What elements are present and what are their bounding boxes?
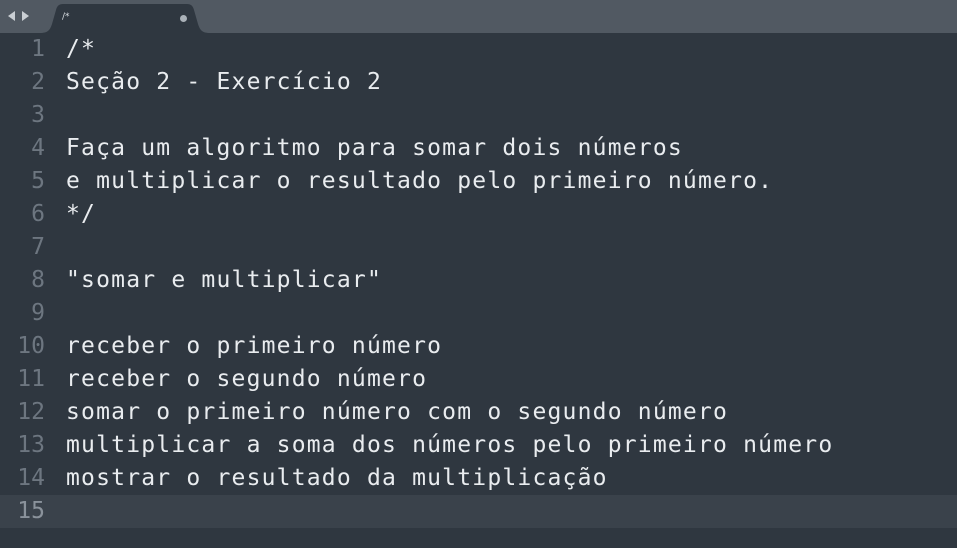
- line-number: 10: [17, 333, 45, 359]
- line-number: 5: [31, 168, 45, 194]
- code-line[interactable]: 10 receber o primeiro número: [0, 330, 957, 363]
- unsaved-dot-icon[interactable]: [180, 15, 187, 22]
- line-number: 4: [31, 135, 45, 161]
- line-number: 15: [17, 498, 45, 524]
- code-line[interactable]: 13 multiplicar a soma dos números pelo pr…: [0, 429, 957, 462]
- line-text[interactable]: */: [66, 198, 96, 231]
- line-number: 14: [17, 465, 45, 491]
- tab-navigation: [7, 8, 30, 24]
- line-text[interactable]: /*: [66, 33, 96, 66]
- line-number: 3: [31, 102, 45, 128]
- line-number: 2: [31, 69, 45, 95]
- line-text[interactable]: Faça um algoritmo para somar dois número…: [66, 132, 683, 165]
- code-line[interactable]: 3: [0, 99, 957, 132]
- line-text[interactable]: multiplicar a soma dos números pelo prim…: [66, 429, 833, 462]
- line-number: 1: [31, 36, 45, 62]
- code-line[interactable]: 1 /*: [0, 33, 957, 66]
- line-text[interactable]: e multiplicar o resultado pelo primeiro …: [66, 165, 773, 198]
- code-line[interactable]: 2 Seção 2 - Exercício 2: [0, 66, 957, 99]
- line-text[interactable]: mostrar o resultado da multiplicação: [66, 462, 608, 495]
- code-editor[interactable]: 1 /* 2 Seção 2 - Exercício 2 3 4 Faça um algor…: [0, 33, 957, 548]
- arrow-right-icon[interactable]: [20, 10, 30, 22]
- line-text[interactable]: Seção 2 - Exercício 2: [66, 66, 382, 99]
- tab-title: /*: [62, 12, 70, 22]
- line-text[interactable]: somar o primeiro número com o segundo nú…: [66, 396, 728, 429]
- line-number: 7: [31, 234, 45, 260]
- code-line[interactable]: 11 receber o segundo número: [0, 363, 957, 396]
- line-number: 9: [31, 300, 45, 326]
- code-line[interactable]: 7: [0, 231, 957, 264]
- line-text[interactable]: "somar e multiplicar": [66, 264, 382, 297]
- line-text[interactable]: receber o primeiro número: [66, 330, 442, 363]
- tab-bar: /*: [0, 0, 957, 33]
- line-number: 13: [17, 432, 45, 458]
- code-line[interactable]: 6 */: [0, 198, 957, 231]
- code-line[interactable]: 15: [0, 495, 957, 528]
- editor-window: /* 1 /* 2 Seção 2 - Exercício 2 3 4 Faça um al…: [0, 0, 957, 548]
- line-number: 11: [17, 366, 45, 392]
- line-number: 6: [31, 201, 45, 227]
- code-line[interactable]: 5 e multiplicar o resultado pelo primeiro…: [0, 165, 957, 198]
- code-line[interactable]: 8 "somar e multiplicar": [0, 264, 957, 297]
- code-line[interactable]: 12 somar o primeiro número com o segundo …: [0, 396, 957, 429]
- line-number: 8: [31, 267, 45, 293]
- line-number: 12: [17, 399, 45, 425]
- code-line[interactable]: 14 mostrar o resultado da multiplicação: [0, 462, 957, 495]
- code-line[interactable]: 9: [0, 297, 957, 330]
- line-text[interactable]: receber o segundo número: [66, 363, 427, 396]
- code-line[interactable]: 4 Faça um algoritmo para somar dois númer…: [0, 132, 957, 165]
- arrow-left-icon[interactable]: [7, 10, 17, 22]
- tab-file[interactable]: /*: [40, 4, 210, 33]
